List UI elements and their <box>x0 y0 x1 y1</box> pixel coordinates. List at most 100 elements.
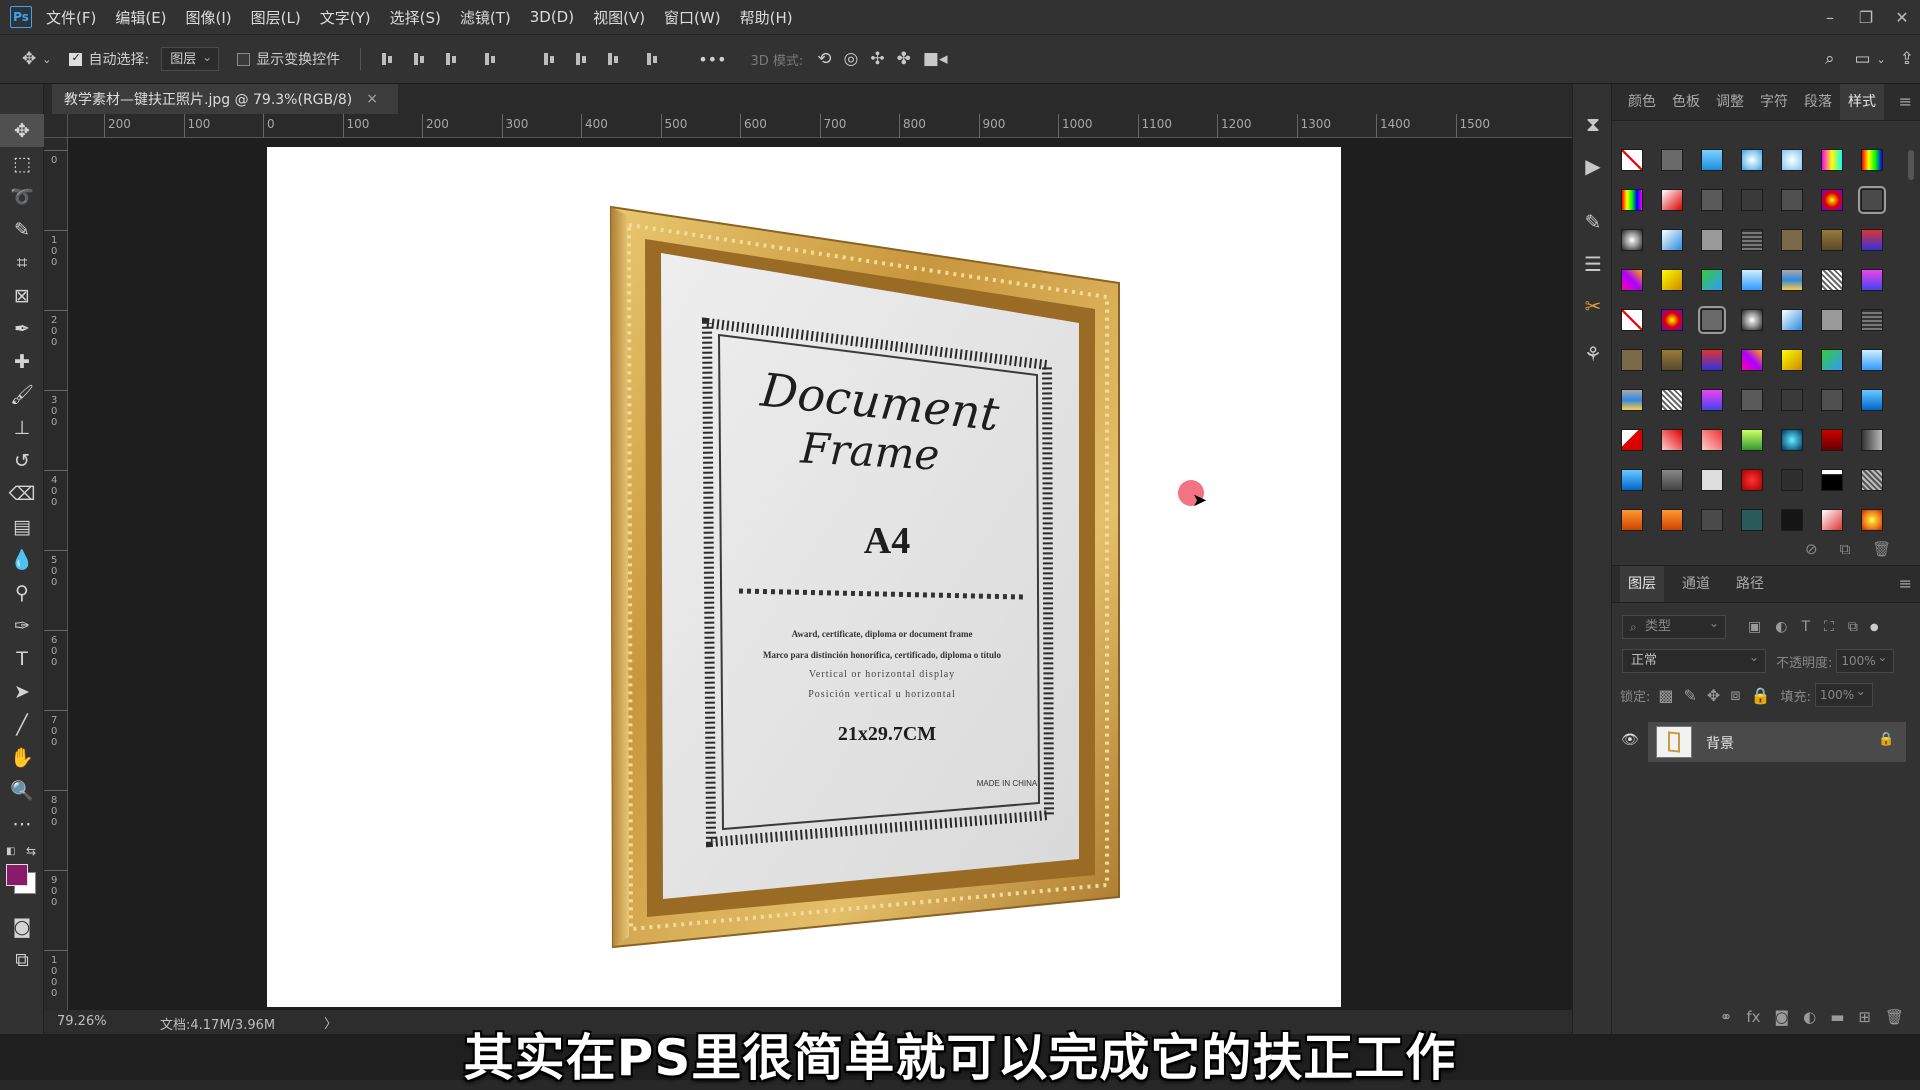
style-preset[interactable] <box>1612 420 1652 460</box>
style-preset[interactable] <box>1652 300 1692 340</box>
style-preset[interactable] <box>1772 140 1812 180</box>
eraser-tool-icon[interactable]: ⌫ <box>0 477 44 510</box>
style-preset[interactable] <box>1812 140 1852 180</box>
align-center-icon[interactable] <box>412 51 426 67</box>
path-select-tool-icon[interactable]: ➤ <box>0 675 44 708</box>
style-preset[interactable] <box>1692 500 1732 540</box>
menu-edit[interactable]: 编辑(E) <box>115 7 166 28</box>
show-transform-checkbox[interactable] <box>237 52 251 66</box>
layers-menu-icon[interactable]: ≡ <box>1891 566 1920 602</box>
style-preset[interactable] <box>1652 180 1692 220</box>
lock-position-icon[interactable]: ✥ <box>1707 686 1720 705</box>
hand-tool-icon[interactable]: ✋ <box>0 741 44 774</box>
tab-paragraph[interactable]: 段落 <box>1796 84 1840 120</box>
search-icon[interactable]: ⌕ <box>1825 49 1835 69</box>
align-left-icon[interactable] <box>380 51 394 67</box>
style-preset[interactable] <box>1692 340 1732 380</box>
layer-row[interactable]: 👁 背景 🔒 <box>1621 722 1906 762</box>
brush-tool-icon[interactable]: 🖌 <box>0 378 44 411</box>
style-preset[interactable] <box>1852 180 1892 220</box>
menu-view[interactable]: 视图(V) <box>593 7 645 28</box>
style-preset[interactable] <box>1812 220 1852 260</box>
menu-select[interactable]: 选择(S) <box>390 7 441 28</box>
style-preset[interactable] <box>1852 300 1892 340</box>
style-preset[interactable] <box>1692 260 1732 300</box>
style-preset[interactable] <box>1612 260 1652 300</box>
clear-style-icon[interactable]: ⊘ <box>1805 540 1818 558</box>
document-tab[interactable]: 教学素材—键扶正照片.jpg @ 79.3%(RGB/8) × <box>52 84 398 114</box>
dodge-tool-icon[interactable]: ⚲ <box>0 576 44 609</box>
panel-menu-icon[interactable]: ≡ <box>1891 84 1920 120</box>
ruler-origin[interactable] <box>44 114 68 138</box>
opacity-field[interactable]: 100% <box>1836 646 1895 673</box>
style-preset[interactable] <box>1652 460 1692 500</box>
style-preset[interactable] <box>1812 180 1852 220</box>
3d-orbit-icon[interactable]: ⟲ <box>817 49 831 69</box>
style-preset[interactable] <box>1732 500 1772 540</box>
style-preset[interactable] <box>1732 300 1772 340</box>
styles-scrollbar[interactable] <box>1908 150 1914 180</box>
menu-help[interactable]: 帮助(H) <box>740 7 793 28</box>
adjust-panel-icon[interactable]: ☰ <box>1573 246 1613 282</box>
menu-filter[interactable]: 滤镜(T) <box>460 7 511 28</box>
style-preset[interactable] <box>1852 460 1892 500</box>
blur-tool-icon[interactable]: 💧 <box>0 543 44 576</box>
tool-preset-chevron-icon[interactable]: ⌄ <box>42 53 51 66</box>
move-tool-icon[interactable]: ✥ <box>22 49 36 69</box>
style-preset[interactable] <box>1852 220 1892 260</box>
actions-panel-icon[interactable]: ▶ <box>1573 148 1613 184</box>
style-preset[interactable] <box>1852 260 1892 300</box>
filter-shape-icon[interactable]: ⛶ <box>1824 619 1834 635</box>
blend-mode-dropdown[interactable]: 正常 <box>1622 646 1766 673</box>
lock-artboard-icon[interactable]: ⧈ <box>1730 685 1740 705</box>
auto-select-checkbox[interactable] <box>69 51 83 66</box>
document-canvas[interactable]: Document Frame A4 Award, certificate, di… <box>267 147 1341 1007</box>
visibility-eye-icon[interactable]: 👁 <box>1621 732 1639 748</box>
lock-transparent-icon[interactable]: ▩ <box>1658 686 1673 705</box>
restore-button[interactable]: ❐ <box>1848 8 1884 27</box>
screen-mode-icon[interactable]: ⧉ <box>0 943 44 976</box>
style-preset[interactable] <box>1772 180 1812 220</box>
history-brush-tool-icon[interactable]: ↺ <box>0 444 44 477</box>
style-preset[interactable] <box>1652 260 1692 300</box>
3d-scale-icon[interactable]: ■◂ <box>923 49 948 69</box>
tab-character[interactable]: 字符 <box>1752 84 1796 120</box>
clone-source-icon[interactable]: ⚘ <box>1573 330 1613 378</box>
style-preset[interactable] <box>1732 260 1772 300</box>
3d-slide-icon[interactable]: ✤ <box>897 49 911 69</box>
menu-layer[interactable]: 图层(L) <box>251 7 301 28</box>
style-preset[interactable] <box>1612 300 1652 340</box>
lock-image-icon[interactable]: ✎ <box>1684 686 1697 705</box>
auto-select-target-dropdown[interactable]: 图层 <box>161 45 220 71</box>
quick-select-tool-icon[interactable]: ✎ <box>0 213 44 246</box>
default-colors-icon[interactable]: ◧ <box>6 846 15 857</box>
style-preset[interactable] <box>1652 380 1692 420</box>
style-preset[interactable] <box>1652 220 1692 260</box>
style-preset[interactable] <box>1812 340 1852 380</box>
style-preset[interactable] <box>1612 460 1652 500</box>
filter-adjust-icon[interactable]: ◐ <box>1775 619 1787 635</box>
style-preset[interactable] <box>1652 500 1692 540</box>
filter-type-icon[interactable]: T <box>1801 619 1810 635</box>
style-preset[interactable] <box>1652 340 1692 380</box>
zoom-tool-icon[interactable]: 🔍 <box>0 774 44 807</box>
menu-window[interactable]: 窗口(W) <box>664 7 721 28</box>
align-bottom-icon[interactable] <box>606 51 620 67</box>
style-preset[interactable] <box>1772 380 1812 420</box>
style-preset[interactable] <box>1852 340 1892 380</box>
tool-presets-icon[interactable]: ✂ <box>1573 282 1613 330</box>
align-right-icon[interactable] <box>444 51 458 67</box>
share-icon[interactable]: ⇪ <box>1900 49 1914 69</box>
style-preset[interactable] <box>1692 180 1732 220</box>
style-preset[interactable] <box>1692 140 1732 180</box>
marquee-tool-icon[interactable]: ⬚ <box>0 147 44 180</box>
distribute-vertical-icon[interactable] <box>645 51 659 67</box>
tab-layers[interactable]: 图层 <box>1620 566 1664 602</box>
style-preset[interactable] <box>1852 500 1892 540</box>
line-tool-icon[interactable]: ╱ <box>0 708 44 741</box>
tab-color[interactable]: 颜色 <box>1620 84 1664 120</box>
edit-toolbar-icon[interactable]: ⋯ <box>0 807 44 840</box>
menu-image[interactable]: 图像(I) <box>186 7 232 28</box>
horizontal-ruler[interactable]: 200 100 0 100 200 300 400 500 600 700 800 900 1000 11… <box>52 114 1572 138</box>
filter-toggle-icon[interactable]: ● <box>1870 622 1879 633</box>
